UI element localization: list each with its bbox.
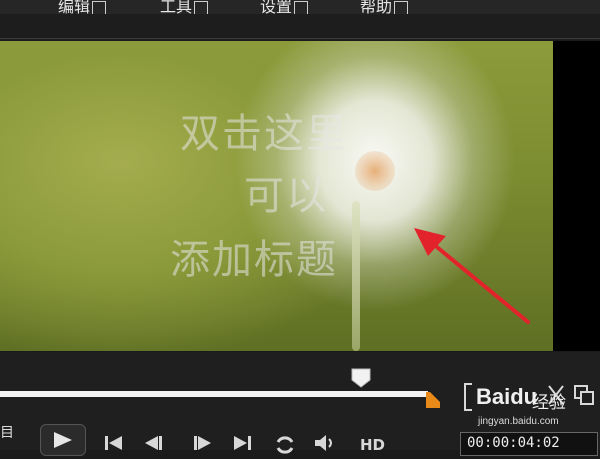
project-label[interactable]: 目 (0, 422, 14, 442)
project-label-text: 目 (0, 425, 14, 441)
watermark-brand: Baidu (476, 384, 538, 409)
baidu-watermark: Baidu 经验 jingyan.baidu.com (476, 380, 586, 427)
repeat-icon[interactable] (272, 432, 298, 458)
next-icon[interactable] (230, 430, 256, 456)
timecode-display[interactable]: 00:00:04:02 (460, 432, 598, 456)
scrubber-handle-icon[interactable] (351, 368, 371, 388)
previous-icon[interactable] (100, 430, 126, 456)
watermark-brand-cn: 经验 (532, 393, 566, 413)
step-back-icon[interactable] (140, 430, 166, 456)
play-icon (54, 432, 72, 448)
volume-icon[interactable] (312, 430, 338, 456)
mark-in-icon[interactable] (462, 382, 476, 412)
playback-controls: Baidu 经验 jingyan.baidu.com 目 HD 00:00:04… (0, 352, 600, 456)
step-forward-icon[interactable] (190, 430, 216, 456)
play-button[interactable] (40, 424, 86, 456)
hd-toggle[interactable]: HD (360, 436, 385, 454)
watermark-site: jingyan.baidu.com (478, 416, 559, 427)
timeline-track[interactable] (0, 391, 428, 397)
end-marker-icon[interactable] (426, 392, 440, 408)
